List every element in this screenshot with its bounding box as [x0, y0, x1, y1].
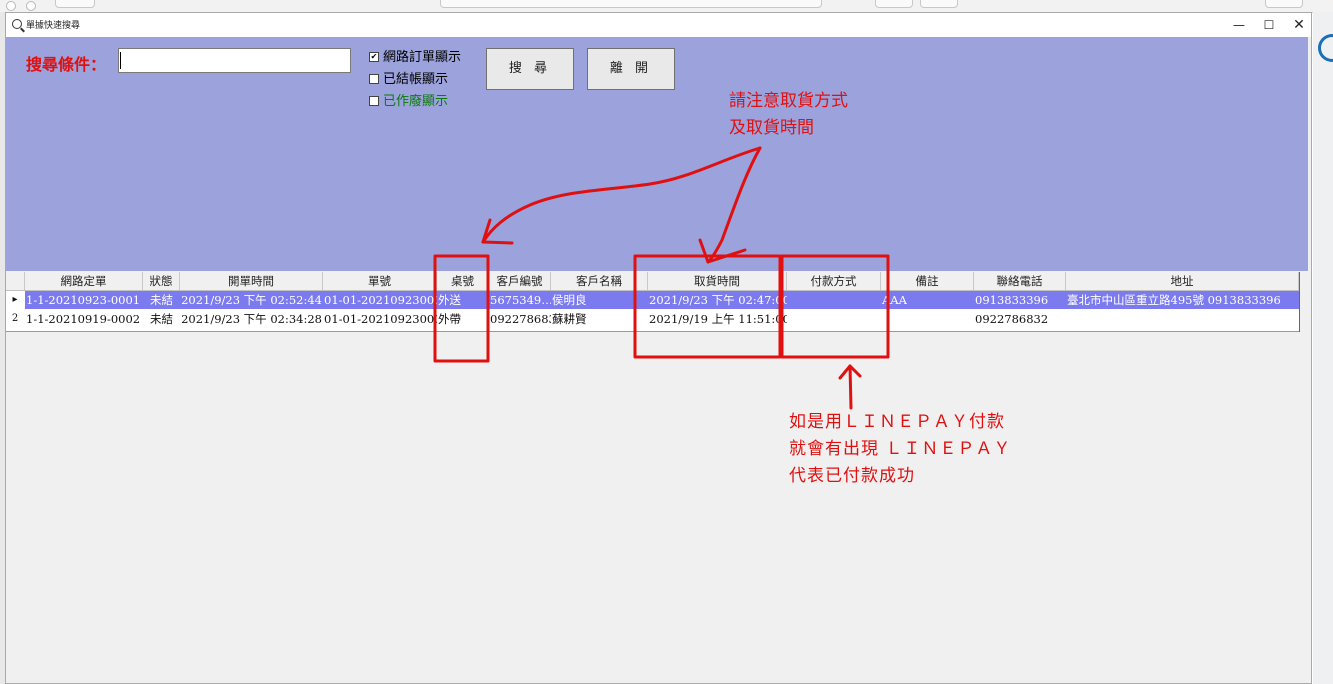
- table-cell[interactable]: 0913833396: [974, 291, 1066, 309]
- table-cell[interactable]: [787, 291, 881, 309]
- table-cell[interactable]: 1-1-20210919-0002: [25, 310, 143, 328]
- table-bottom-border: [6, 331, 1299, 332]
- table-cell[interactable]: 2021/9/19 上午 11:51:00: [648, 310, 787, 328]
- search-condition-label: 搜尋條件：: [26, 55, 107, 74]
- table-cell[interactable]: 未結: [143, 310, 180, 328]
- row-marker[interactable]: 2: [6, 310, 24, 328]
- checkbox-unchecked-icon[interactable]: [369, 73, 379, 84]
- table-cell[interactable]: [881, 310, 974, 328]
- search-input[interactable]: [118, 48, 351, 73]
- checkbox-label: 已結帳顯示: [383, 72, 449, 87]
- row-header-corner: [6, 272, 25, 290]
- column-header[interactable]: 單號: [323, 272, 437, 290]
- annotation-text: 代表已付款成功: [789, 466, 915, 486]
- browser-nav-button[interactable]: [875, 0, 913, 8]
- search-app-icon: [12, 19, 22, 29]
- checkbox-checked-icon[interactable]: ✔: [369, 51, 379, 62]
- column-header[interactable]: 取貨時間: [648, 272, 787, 290]
- table-cell[interactable]: 2021/9/23 下午 02:34:28: [180, 310, 323, 328]
- column-header[interactable]: 備註: [881, 272, 974, 290]
- table-cell[interactable]: [787, 310, 881, 328]
- app-window: 單據快速搜尋 — ☐ ✕ 搜尋條件： ✔ 網路訂單顯示 已結帳顯示 已作廢顯示 搜…: [5, 12, 1312, 684]
- text-caret: [120, 52, 121, 69]
- leave-button[interactable]: 離 開: [587, 48, 675, 90]
- table-cell[interactable]: [1066, 310, 1299, 328]
- column-header[interactable]: 網路定單: [25, 272, 143, 290]
- checkbox-unchecked-icon[interactable]: [369, 95, 379, 106]
- row-marker[interactable]: ▸: [6, 291, 24, 309]
- table-cell[interactable]: 0922786832: [974, 310, 1066, 328]
- column-header[interactable]: 桌號: [437, 272, 489, 290]
- checkbox-checked-out[interactable]: 已結帳顯示: [369, 68, 448, 87]
- annotation-note-top: 請注意取貨方式 及取貨時間: [729, 88, 848, 142]
- column-header[interactable]: 狀態: [143, 272, 180, 290]
- browser-nav-button-2[interactable]: [920, 0, 958, 8]
- edge-logo-icon[interactable]: [1318, 34, 1333, 62]
- browser-tab-button[interactable]: [55, 0, 95, 8]
- column-header[interactable]: 客戶編號: [489, 272, 551, 290]
- minimize-button[interactable]: —: [1224, 14, 1254, 36]
- annotation-text: 及取貨時間: [729, 118, 814, 138]
- table-row[interactable]: ▸ 1-1-20210923-0001 未結 2021/9/23 下午 02:5…: [6, 291, 1299, 309]
- column-header[interactable]: 開單時間: [180, 272, 323, 290]
- checkbox-voided[interactable]: 已作廢顯示: [369, 90, 448, 109]
- browser-forward-icon[interactable]: [26, 1, 36, 11]
- browser-back-icon[interactable]: [6, 1, 16, 11]
- table-cell[interactable]: 臺北市中山區重立路495號 0913833396: [1066, 291, 1299, 309]
- table-cell[interactable]: 0922786832: [489, 310, 551, 328]
- table-row[interactable]: 2 1-1-20210919-0002 未結 2021/9/23 下午 02:3…: [6, 310, 1299, 328]
- table-cell[interactable]: 2021/9/23 下午 02:52:44: [180, 291, 323, 309]
- table-cell[interactable]: 01-01-202109230002: [323, 291, 437, 309]
- column-header[interactable]: 地址: [1066, 272, 1299, 290]
- table-cell[interactable]: 2021/9/23 下午 02:47:00: [648, 291, 787, 309]
- column-header[interactable]: 聯絡電話: [974, 272, 1066, 290]
- maximize-button[interactable]: ☐: [1254, 14, 1284, 36]
- browser-address-bar[interactable]: [440, 0, 822, 8]
- table-header: 網路定單 狀態 開單時間 單號 桌號 客戶編號 客戶名稱 取貨時間 付款方式 備…: [6, 272, 1299, 291]
- table-cell[interactable]: 侯明良: [551, 291, 648, 309]
- window-title: 單據快速搜尋: [26, 21, 81, 31]
- checkbox-online-orders[interactable]: ✔ 網路訂單顯示: [369, 46, 461, 65]
- browser-menu-button[interactable]: [1265, 0, 1303, 8]
- table-cell[interactable]: 01-01-202109230001: [323, 310, 437, 328]
- checkbox-label: 已作廢顯示: [383, 94, 449, 109]
- right-sidebar: [1313, 12, 1333, 684]
- search-panel: 搜尋條件： ✔ 網路訂單顯示 已結帳顯示 已作廢顯示 搜 尋 離 開: [6, 37, 1308, 271]
- checkbox-label: 網路訂單顯示: [383, 50, 462, 65]
- column-header[interactable]: 客戶名稱: [551, 272, 648, 290]
- column-header[interactable]: 付款方式: [787, 272, 881, 290]
- search-button[interactable]: 搜 尋: [486, 48, 574, 90]
- title-bar: 單據快速搜尋 — ☐ ✕: [6, 13, 1311, 37]
- table-cell[interactable]: 外帶: [437, 310, 489, 328]
- table-cell[interactable]: AAA: [881, 291, 974, 309]
- annotation-note-bottom: 如是用ＬＩＮＥＰＡＹ付款 就會有出現 ＬＩＮＥＰＡＹ 代表已付款成功: [789, 409, 1011, 490]
- annotation-text: 如是用ＬＩＮＥＰＡＹ付款: [789, 412, 1005, 432]
- annotation-text: 就會有出現 ＬＩＮＥＰＡＹ: [789, 439, 1012, 459]
- close-button[interactable]: ✕: [1284, 14, 1314, 36]
- table-cell[interactable]: 5675349…: [489, 291, 551, 309]
- table-cell[interactable]: 1-1-20210923-0001: [25, 291, 143, 309]
- table-cell[interactable]: 蘇耕賢: [551, 310, 648, 328]
- table-cell[interactable]: 外送: [437, 291, 489, 309]
- table-cell[interactable]: 未結: [143, 291, 180, 309]
- orders-table: 網路定單 狀態 開單時間 單號 桌號 客戶編號 客戶名稱 取貨時間 付款方式 備…: [6, 272, 1300, 332]
- annotation-text: 請注意取貨方式: [729, 91, 848, 111]
